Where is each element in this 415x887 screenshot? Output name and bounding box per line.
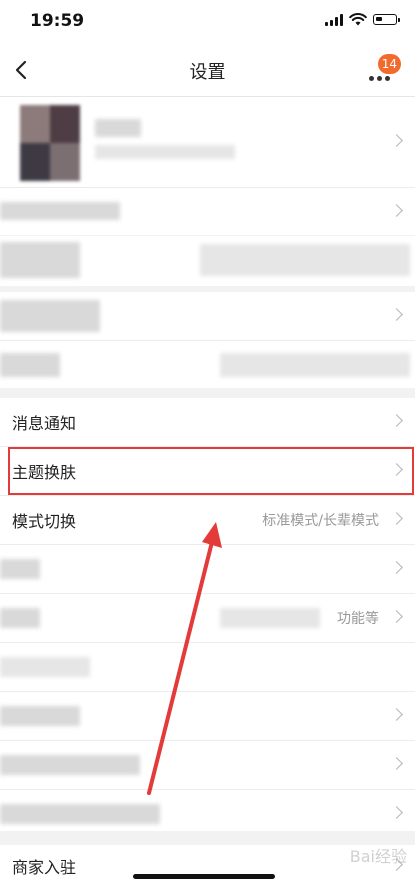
blurred-value — [200, 244, 410, 276]
highlight-box — [8, 447, 414, 495]
blurred-label — [0, 300, 100, 332]
notifications-row[interactable]: 消息通知 — [0, 398, 415, 447]
home-indicator[interactable] — [133, 874, 275, 879]
blurred-row[interactable] — [0, 188, 415, 236]
chevron-right-icon — [390, 308, 403, 321]
blurred-label — [0, 804, 160, 824]
blurred-label — [0, 755, 140, 775]
mode-switch-label: 模式切换 — [12, 512, 77, 531]
nav-bar: 设置 14 — [0, 44, 415, 97]
chevron-right-icon — [390, 134, 403, 147]
status-icons — [325, 13, 400, 26]
watermark-text: Bai经验 — [349, 847, 407, 866]
cellular-signal-icon — [325, 13, 343, 26]
notifications-label: 消息通知 — [12, 414, 77, 433]
blurred-row[interactable]: 功能等 — [0, 594, 415, 643]
chevron-right-icon — [390, 512, 403, 525]
status-bar: 19:59 — [0, 0, 415, 44]
blurred-value — [220, 608, 320, 628]
blurred-row[interactable] — [0, 292, 415, 341]
battery-icon — [373, 14, 400, 25]
blurred-label — [0, 353, 60, 377]
blurred-row[interactable] — [0, 643, 415, 692]
merchant-label: 商家入驻 — [12, 858, 77, 877]
more-button[interactable]: 14 — [361, 54, 401, 92]
status-time: 19:59 — [30, 11, 85, 31]
more-dots-icon — [369, 76, 390, 81]
chevron-right-icon — [390, 610, 403, 623]
blurred-row[interactable] — [0, 692, 415, 741]
mode-switch-value: 标准模式/长辈模式 — [262, 513, 379, 529]
blurred-row[interactable] — [0, 790, 415, 838]
blurred-label — [0, 706, 80, 726]
chevron-right-icon — [390, 204, 403, 217]
blurred-row[interactable] — [0, 341, 415, 389]
profile-info-blur — [95, 145, 235, 159]
chevron-right-icon — [390, 708, 403, 721]
blurred-label — [0, 608, 40, 628]
chevron-right-icon — [390, 757, 403, 770]
chevron-right-icon — [390, 806, 403, 819]
mode-switch-row[interactable]: 模式切换 标准模式/长辈模式 — [0, 496, 415, 545]
avatar — [20, 105, 80, 181]
chevron-right-icon — [390, 561, 403, 574]
blurred-row[interactable] — [0, 545, 415, 594]
profile-row[interactable] — [0, 97, 415, 188]
profile-name-blur — [95, 119, 141, 137]
chevron-right-icon — [390, 414, 403, 427]
blurred-label — [0, 242, 80, 278]
blurred-label — [0, 559, 40, 579]
partial-value: 功能等 — [337, 611, 379, 627]
profile-group — [0, 97, 415, 235]
blurred-row[interactable] — [0, 236, 415, 286]
notification-badge: 14 — [377, 54, 401, 74]
blurred-label — [0, 657, 90, 677]
blurred-row[interactable] — [0, 741, 415, 790]
blurred-label — [0, 202, 120, 220]
page-title: 设置 — [189, 62, 226, 83]
blurred-value — [220, 353, 410, 377]
wifi-icon — [349, 13, 367, 26]
blurred-group-a — [0, 236, 415, 286]
blurred-group-b — [0, 292, 415, 388]
